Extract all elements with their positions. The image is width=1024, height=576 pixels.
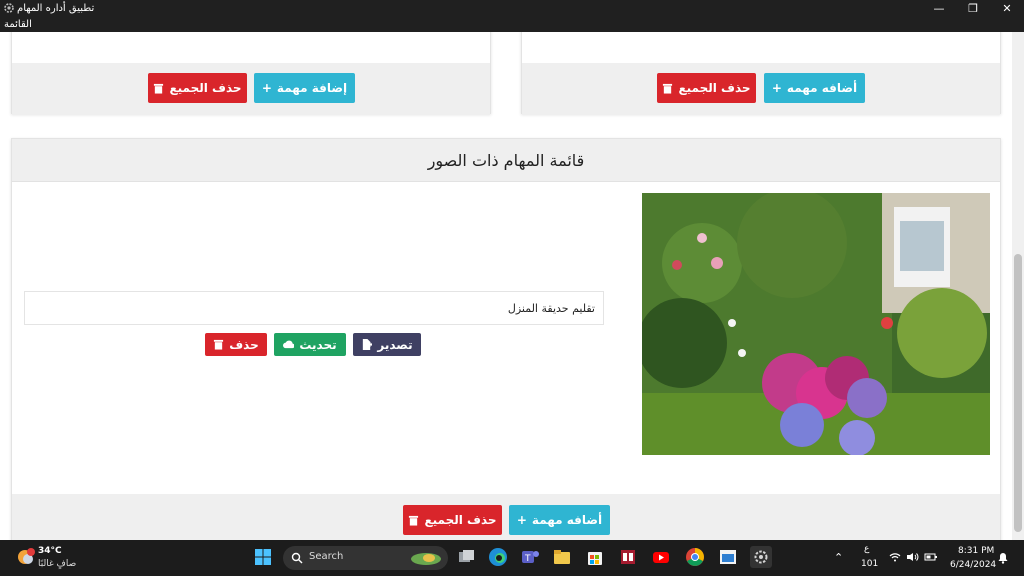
input-language-top[interactable]: ع xyxy=(864,544,869,554)
delete-all-label: حذف الجميع xyxy=(169,81,242,95)
image-card-footer: + أضافه مهمة حذف الجميع xyxy=(12,494,1000,540)
svg-text:T: T xyxy=(524,554,531,564)
youtube-icon[interactable] xyxy=(650,546,672,568)
trash-icon xyxy=(214,339,224,350)
store-icon[interactable] xyxy=(584,546,606,568)
notification-bell-icon[interactable] xyxy=(998,552,1008,564)
volume-icon[interactable] xyxy=(906,552,919,562)
weather-description[interactable]: صافٍ غالبًا xyxy=(38,559,76,569)
update-label: تحديث xyxy=(299,337,337,352)
minimize-icon: — xyxy=(933,2,945,15)
clock-date[interactable]: 6/24/2024 xyxy=(950,560,996,570)
chrome-icon[interactable] xyxy=(684,546,706,568)
scrollbar-thumb[interactable] xyxy=(1014,254,1022,532)
window-title: تطبيق أداره المهام xyxy=(17,3,95,14)
update-button[interactable]: تحديث xyxy=(274,333,346,356)
main-content: + إضافة مهمة حذف الجميع + أضافه مهمه حذف… xyxy=(0,32,1012,540)
restore-icon: ❐ xyxy=(968,2,978,15)
top-right-add-task-button[interactable]: + أضافه مهمه xyxy=(764,73,865,103)
close-button[interactable]: ✕ xyxy=(990,0,1024,17)
image-card-add-task-button[interactable]: + أضافه مهمة xyxy=(509,505,610,535)
top-right-task-card: + أضافه مهمه حذف الجميع xyxy=(521,32,1001,115)
shield-app-icon[interactable] xyxy=(617,546,639,568)
minimize-button[interactable]: — xyxy=(922,0,956,17)
top-left-delete-all-button[interactable]: حذف الجميع xyxy=(148,73,247,103)
image-task-card: قائمة المهام ذات الصور تقليم حديقة المنز… xyxy=(11,138,1001,540)
export-label: تصدير xyxy=(377,337,413,352)
export-button[interactable]: تصدير xyxy=(353,333,421,356)
app-gear-icon xyxy=(4,3,14,13)
task-app-gear-icon[interactable] xyxy=(750,546,772,568)
add-task-label: أضافه مهمه xyxy=(786,81,858,95)
top-left-add-task-button[interactable]: + إضافة مهمة xyxy=(254,73,355,103)
task-text: تقليم حديقة المنزل xyxy=(507,301,595,315)
cloud-upload-icon xyxy=(283,340,295,349)
restore-button[interactable]: ❐ xyxy=(956,0,990,17)
top-left-task-card: + إضافة مهمة حذف الجميع xyxy=(11,32,491,115)
top-right-card-footer: + أضافه مهمه حذف الجميع xyxy=(522,63,1000,115)
image-card-header: قائمة المهام ذات الصور xyxy=(12,139,1000,182)
battery-icon[interactable] xyxy=(924,552,938,562)
delete-all-label: حذف الجميع xyxy=(424,513,497,527)
delete-button[interactable]: حذف xyxy=(205,333,267,356)
delete-label: حذف xyxy=(229,337,259,352)
delete-all-label: حذف الجميع xyxy=(678,81,751,95)
top-right-delete-all-button[interactable]: حذف الجميع xyxy=(657,73,756,103)
edge-icon[interactable] xyxy=(487,546,509,568)
search-icon xyxy=(291,552,303,564)
task-photo xyxy=(642,193,990,455)
app-window-icon[interactable] xyxy=(717,546,739,568)
task-view-icon[interactable] xyxy=(455,546,477,568)
plus-icon: + xyxy=(516,513,527,527)
menu-item-list[interactable]: القائمة xyxy=(4,18,32,31)
trash-icon xyxy=(154,83,164,94)
garden-image xyxy=(642,193,990,455)
tray-chevron-up-icon[interactable]: ⌃ xyxy=(834,551,843,564)
teams-icon[interactable]: T xyxy=(519,546,541,568)
clock-time[interactable]: 8:31 PM xyxy=(958,546,994,556)
close-icon: ✕ xyxy=(1002,2,1012,15)
windows-start-icon[interactable] xyxy=(252,546,274,568)
trash-icon xyxy=(663,83,673,94)
add-task-label: أضافه مهمة xyxy=(531,513,603,527)
plus-icon: + xyxy=(261,81,272,95)
file-export-icon xyxy=(363,339,373,350)
search-highlight-icon xyxy=(411,553,441,565)
task-text-field[interactable]: تقليم حديقة المنزل xyxy=(24,291,604,325)
image-card-title: قائمة المهام ذات الصور xyxy=(427,151,585,170)
weather-temperature[interactable]: 34°C xyxy=(38,546,62,556)
file-explorer-icon[interactable] xyxy=(551,546,573,568)
top-left-card-footer: + إضافة مهمة حذف الجميع xyxy=(12,63,490,115)
add-task-label: إضافة مهمة xyxy=(276,81,348,95)
image-card-delete-all-button[interactable]: حذف الجميع xyxy=(403,505,502,535)
plus-icon: + xyxy=(771,81,782,95)
trash-icon xyxy=(409,515,419,526)
menu-bar: القائمة xyxy=(0,17,1024,32)
title-bar: تطبيق أداره المهام — ❐ ✕ xyxy=(0,0,1024,17)
wifi-icon[interactable] xyxy=(889,552,901,562)
weather-sun-icon xyxy=(18,548,35,564)
vertical-scrollbar[interactable] xyxy=(1012,32,1024,540)
taskbar-search[interactable]: Search xyxy=(283,546,448,570)
search-label: Search xyxy=(309,551,344,562)
taskbar: 34°C صافٍ غالبًا Search T ⌃ ع 101 8:31 P… xyxy=(0,540,1024,576)
input-language-bottom[interactable]: 101 xyxy=(861,559,878,569)
